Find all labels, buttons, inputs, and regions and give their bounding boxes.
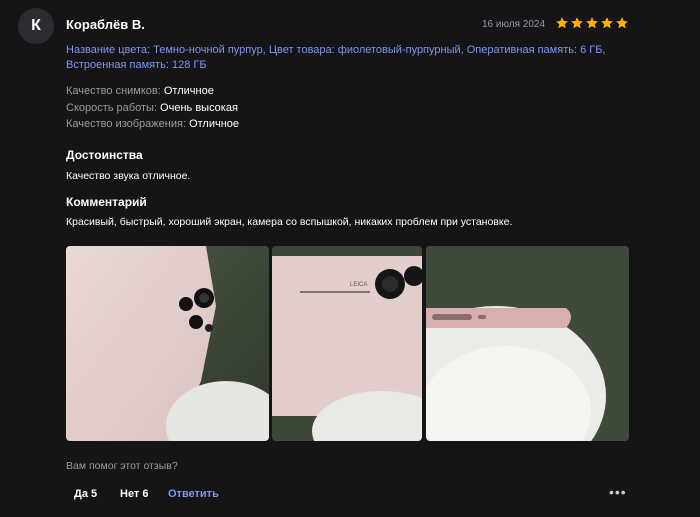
attribute-value: Очень высокая (160, 101, 238, 114)
photo-image: LEICA (272, 246, 422, 441)
more-dots-icon[interactable]: ••• (609, 484, 627, 500)
product-params: Название цвета: Темно-ночной пурпур, Цве… (66, 44, 606, 71)
avatar-letter: К (31, 17, 41, 34)
attribute-value: Отличное (163, 85, 214, 97)
avatar[interactable]: К (18, 8, 54, 44)
photo-brand-text: LEICA (350, 282, 367, 288)
helpful-yes-button[interactable]: Да 5 (74, 485, 97, 503)
review-date: 16 июля 2024 (482, 19, 546, 30)
star-icon (556, 17, 568, 29)
attribute-row: Скорость работы: Очень высокая (66, 100, 239, 117)
comment-text: Красивый, быстрый, хороший экран, камера… (66, 216, 513, 228)
attribute-row: Качество изображения: Отличное (66, 116, 239, 133)
attribute-name: Качество снимков: (66, 85, 161, 97)
star-icon (586, 17, 598, 29)
review-photo-3[interactable] (426, 246, 629, 441)
photo-image (426, 246, 629, 441)
star-icon (616, 17, 628, 29)
advantages-title: Достоинства (66, 148, 143, 162)
author-name: Кораблёв В. (66, 17, 145, 32)
advantages-text: Качество звука отличное. (66, 170, 191, 182)
helpful-question: Вам помог этот отзыв? (66, 460, 178, 472)
attribute-name: Качество изображения: (66, 118, 186, 130)
reply-button[interactable]: Ответить (168, 485, 219, 503)
helpful-no-button[interactable]: Нет 6 (120, 485, 148, 503)
comment-title: Комментарий (66, 195, 147, 209)
attribute-row: Качество снимков: Отличное (66, 83, 239, 100)
review-photo-1[interactable] (66, 246, 269, 441)
rating-stars (555, 16, 629, 30)
star-icon (601, 17, 613, 29)
attribute-value: Отличное (189, 118, 240, 130)
star-icon (571, 17, 583, 29)
photo-image (66, 246, 269, 441)
attribute-name: Скорость работы: (66, 101, 157, 114)
review-photo-2[interactable]: LEICA (272, 246, 422, 441)
attributes-list: Качество снимков: Отличное Скорость рабо… (66, 83, 239, 133)
